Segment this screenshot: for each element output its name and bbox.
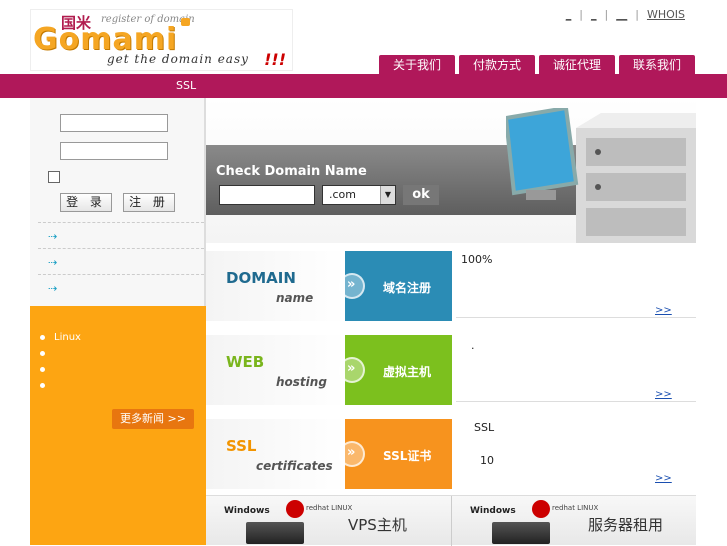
remember-checkbox[interactable] (48, 171, 60, 183)
arrow-icon: ⇢ (48, 230, 58, 243)
divider (456, 401, 696, 402)
username-input[interactable] (60, 114, 168, 132)
logo-exclaim: !!! (264, 50, 286, 69)
product-subheading: hosting (276, 375, 327, 389)
sidebar-link[interactable]: ⇢ (38, 222, 204, 248)
tld-select[interactable]: .com ▼ (322, 185, 396, 205)
server-rack-icon (492, 522, 550, 544)
linux-label: redhat LINUX (552, 504, 599, 512)
forward-icon (339, 273, 365, 299)
windows-logo: Windows (224, 506, 270, 516)
bullet-icon (40, 350, 45, 356)
more-news-button[interactable]: 更多新闻 >> (112, 409, 194, 429)
lock-icon (181, 18, 190, 26)
register-button[interactable]: 注 册 (123, 193, 175, 212)
password-input[interactable] (60, 142, 168, 160)
forward-icon (339, 357, 365, 383)
product-button-hosting[interactable]: 虚拟主机 (339, 335, 452, 405)
bullet-icon (40, 382, 45, 388)
more-link[interactable]: >> (655, 389, 672, 400)
check-domain-title: Check Domain Name (216, 164, 367, 179)
product-subheading: name (276, 291, 314, 305)
redhat-icon (532, 500, 550, 518)
top-link-1[interactable]: _ (558, 8, 580, 21)
tab-agents[interactable]: 诚征代理 (538, 54, 616, 74)
server-rack-icon (246, 522, 304, 544)
product-label: SSL证书 (383, 449, 432, 463)
sidebar-link[interactable]: ⇢ (38, 248, 204, 274)
sidebar-link[interactable]: ⇢ (38, 274, 204, 300)
bullet-icon (40, 366, 45, 372)
top-link-2[interactable]: _ (583, 8, 605, 21)
divider (456, 317, 696, 318)
more-link[interactable]: >> (655, 473, 672, 484)
news-item[interactable] (40, 380, 81, 396)
product-ssl: SSL certificates SSL证书 SSL 10 >> (206, 411, 696, 495)
sidebar-links: ⇢ ⇢ ⇢ (38, 222, 204, 300)
tld-selected: .com (329, 188, 356, 201)
server-rental-banner[interactable]: Windows redhat LINUX 服务器租用 (451, 496, 696, 546)
product-text: 10 (480, 454, 494, 467)
more-link[interactable]: >> (655, 305, 672, 316)
windows-logo: Windows (470, 506, 516, 516)
main-content: Check Domain Name .com ▼ ok DOMAIN name (206, 98, 696, 546)
product-label: 域名注册 (383, 281, 432, 295)
product-heading: DOMAIN (226, 269, 296, 287)
arrow-icon: ⇢ (48, 282, 58, 295)
arrow-icon: ⇢ (48, 256, 58, 269)
news-item[interactable] (40, 364, 81, 380)
check-ok-button[interactable]: ok (403, 185, 439, 205)
news-item[interactable]: Linux (40, 332, 81, 348)
vps-banner[interactable]: Windows redhat LINUX VPS主机 (206, 496, 451, 546)
bar-item-ssl[interactable]: SSL (176, 79, 196, 92)
left-sidebar: 登 录 注 册 ⇢ ⇢ ⇢ Linux 更多新闻 >> (30, 98, 206, 545)
product-button-ssl[interactable]: SSL证书 (339, 419, 452, 489)
login-panel: 登 录 注 册 ⇢ ⇢ ⇢ (30, 98, 204, 305)
tab-contact[interactable]: 联系我们 (618, 54, 696, 74)
nav-bar: SSL (0, 74, 727, 98)
bottom-services: Windows redhat LINUX VPS主机 Windows redha… (206, 495, 696, 546)
product-domain: DOMAIN name 域名注册 100% >> (206, 243, 696, 327)
linux-label: redhat LINUX (306, 504, 353, 512)
main-nav: 关于我们 付款方式 诚征代理 联系我们 (378, 54, 696, 74)
product-hosting: WEB hosting 虚拟主机 . >> (206, 327, 696, 411)
service-name: 服务器租用 (588, 516, 664, 534)
logo-slogan: get the domain easy (107, 52, 249, 66)
product-image: DOMAIN name (206, 251, 346, 321)
domain-input[interactable] (219, 185, 315, 205)
site-logo[interactable]: 国米 register of domain Gomami get the dom… (30, 9, 293, 71)
news-item[interactable] (40, 348, 81, 364)
login-button[interactable]: 登 录 (60, 193, 112, 212)
top-link-3[interactable]: __ (608, 8, 635, 21)
product-text: . (471, 339, 475, 352)
tab-about[interactable]: 关于我们 (378, 54, 456, 74)
product-image: SSL certificates (206, 419, 346, 489)
service-name: VPS主机 (348, 516, 407, 534)
tab-payment[interactable]: 付款方式 (458, 54, 536, 74)
product-image: WEB hosting (206, 335, 346, 405)
server-illustration (506, 108, 696, 243)
forward-icon (339, 441, 365, 467)
product-text: 100% (461, 253, 493, 266)
product-subheading: certificates (256, 459, 333, 473)
product-label: 虚拟主机 (383, 365, 432, 379)
domain-check-banner: Check Domain Name .com ▼ ok (206, 98, 696, 243)
product-text: SSL (474, 421, 495, 434)
product-heading: WEB (226, 353, 265, 371)
product-button-domain[interactable]: 域名注册 (339, 251, 452, 321)
news-panel: Linux 更多新闻 >> (30, 306, 206, 545)
chevron-down-icon: ▼ (380, 186, 395, 204)
redhat-icon (286, 500, 304, 518)
bullet-icon (40, 334, 45, 340)
whois-link[interactable]: WHOIS (639, 8, 693, 21)
top-links: _ | _ | __ | WHOIS (558, 8, 693, 21)
product-heading: SSL (226, 437, 257, 455)
